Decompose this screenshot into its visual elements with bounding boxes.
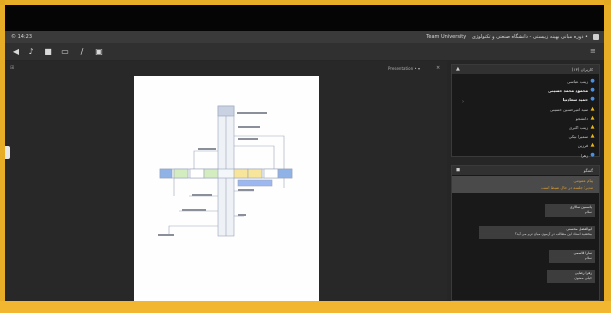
slide-diagram xyxy=(158,105,293,237)
presentation-stage: ⊞ Presentation • ▾ × xyxy=(5,61,447,301)
edit-icon[interactable]: ∕ xyxy=(77,47,87,57)
user-list-item[interactable]: ● زینب عباسی xyxy=(485,77,595,86)
stage-grid-icon[interactable]: ⊞ xyxy=(10,65,14,71)
meeting-toolbar: ◀ ♪ ■ ▭ ∕ ▣ ≡ xyxy=(5,43,604,61)
chat-notice-text: مدیر: جلسه در حال ضبط است xyxy=(541,185,593,190)
session-title: • دوره مبانی بهینه زیبستی - دانشگاه صنعت… xyxy=(471,34,588,40)
users-panel-title: کاربران (۱۳) xyxy=(571,67,593,72)
chat-text: سلام xyxy=(584,210,592,214)
user-list-item[interactable]: ▲ زینب اکبری xyxy=(485,123,595,132)
app-name: Team University xyxy=(426,34,467,40)
chat-message: زهرا رضایی خیلی ممنون xyxy=(547,270,595,283)
warning-icon: ▲ xyxy=(590,105,595,112)
chat-panel-title: گفتگو xyxy=(583,168,593,173)
chat-panel: ◼ گفتگو پیام عمومی مدیر: جلسه در حال ضبط… xyxy=(451,165,600,301)
layout-icon[interactable]: ≡ xyxy=(590,47,598,55)
user-icon: ● xyxy=(590,151,595,158)
chat-notice-banner: پیام عمومی مدیر: جلسه در حال ضبط است xyxy=(452,176,599,193)
audio-icon[interactable]: ◀ xyxy=(11,47,21,57)
chat-text: ببخشید استاد این مطالب در آزمون میان ترم… xyxy=(514,232,592,236)
user-icon: ● xyxy=(590,87,595,94)
user-list-item[interactable]: ▲ سمیرا نیکی xyxy=(485,132,595,141)
chat-message: سارا قاسمی سلام xyxy=(549,250,595,263)
warning-icon: ▲ xyxy=(590,142,595,149)
warning-icon: ▲ xyxy=(590,133,595,140)
users-icon[interactable]: ▲ xyxy=(456,66,460,72)
user-list-item[interactable]: ● زهرا xyxy=(485,151,595,160)
window-menu-icon[interactable] xyxy=(593,34,599,40)
clock-text: © 14:23 xyxy=(11,34,32,40)
document-icon[interactable]: ▣ xyxy=(94,47,104,57)
user-icon: ● xyxy=(590,96,595,103)
chat-message: ابوالفضل محسنی ببخشید استاد این مطالب در… xyxy=(479,226,595,239)
meeting-window: © 14:23 • دوره مبانی بهینه زیبستی - دانش… xyxy=(5,31,604,301)
user-list-item[interactable]: ▲ فرزین xyxy=(485,141,595,150)
user-list-item[interactable]: ● حمید سعادتیا xyxy=(485,95,595,104)
warning-icon: ▲ xyxy=(590,114,595,121)
chat-notice-title: پیام عمومی xyxy=(573,178,593,183)
expand-icon[interactable]: › xyxy=(462,99,464,105)
users-panel-header: ▲ کاربران (۱۳) xyxy=(452,65,599,74)
right-sidebar: ▲ کاربران (۱۳) › ● زینب عباسی ● محمود محمد… xyxy=(447,61,604,301)
camera-icon[interactable]: ■ xyxy=(43,47,53,57)
users-panel: ▲ کاربران (۱۳) › ● زینب عباسی ● محمود محمد… xyxy=(451,64,600,160)
window-title: • دوره مبانی بهینه زیبستی - دانشگاه صنعت… xyxy=(426,31,588,43)
window-titlebar: © 14:23 • دوره مبانی بهینه زیبستی - دانش… xyxy=(5,31,604,43)
user-list: ● زینب عباسی ● محمود محمد حسینی ● حمید سعاد… xyxy=(485,77,595,160)
chat-icon[interactable]: ◼ xyxy=(456,167,460,173)
user-list-item[interactable]: ▲ سید امیرحسین حسینی xyxy=(485,105,595,114)
black-header-bar xyxy=(5,5,604,31)
user-list-item[interactable]: ● محمود محمد حسینی xyxy=(485,86,595,95)
chat-message: یاسمین سالاری سلام xyxy=(545,204,595,217)
user-icon: ● xyxy=(590,78,595,84)
presentation-slide xyxy=(134,76,319,301)
presentation-label[interactable]: Presentation • ▾ xyxy=(388,66,420,71)
screen-share-icon[interactable]: ▭ xyxy=(60,47,70,57)
user-list-item[interactable]: ▲ دانشجو xyxy=(485,114,595,123)
warning-icon: ▲ xyxy=(590,123,595,130)
chat-panel-header: ◼ گفتگو xyxy=(452,166,599,175)
side-drawer-handle[interactable] xyxy=(5,146,10,159)
frame-right xyxy=(604,0,611,313)
microphone-icon[interactable]: ♪ xyxy=(26,47,36,57)
close-presentation-icon[interactable]: × xyxy=(436,65,440,71)
chat-text: سلام xyxy=(584,256,592,260)
frame-bottom xyxy=(0,301,611,313)
chat-text: خیلی ممنون xyxy=(574,276,592,280)
